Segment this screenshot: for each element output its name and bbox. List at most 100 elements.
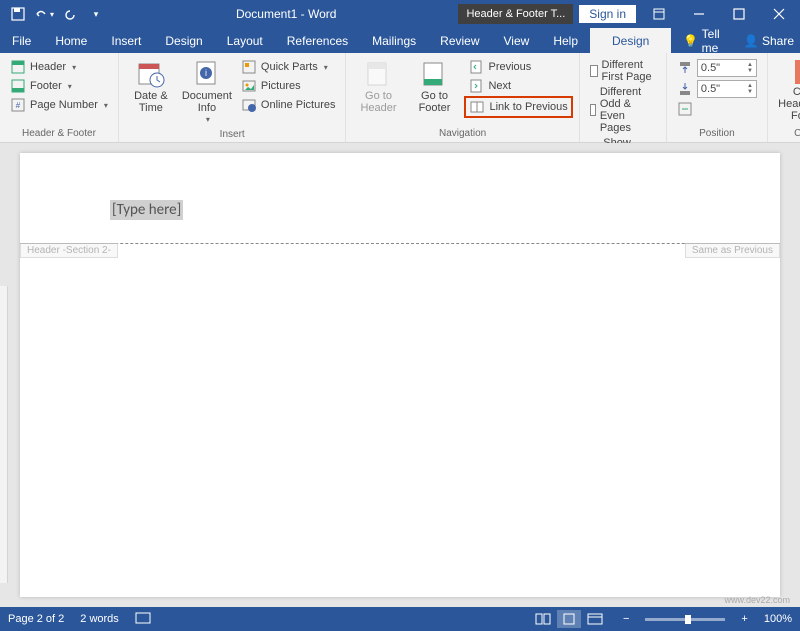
group-label: Close bbox=[794, 126, 800, 140]
tab-references[interactable]: References bbox=[275, 28, 360, 53]
minimize-icon[interactable] bbox=[682, 2, 716, 26]
close-window-icon[interactable] bbox=[762, 2, 796, 26]
context-tab-header-footer: Header & Footer T... bbox=[458, 4, 573, 24]
quick-access-toolbar: ▾ ▾ bbox=[0, 2, 114, 26]
document-area: [Type here] Header -Section 2- Same as P… bbox=[0, 143, 800, 607]
group-navigation: Go to Header Go to Footer Previous Next … bbox=[346, 53, 579, 142]
group-label: Navigation bbox=[439, 126, 486, 140]
date-time-icon bbox=[137, 60, 165, 88]
page-indicator[interactable]: Page 2 of 2 bbox=[8, 613, 64, 625]
lightbulb-icon: 💡 bbox=[683, 34, 698, 48]
zoom-slider[interactable] bbox=[645, 618, 725, 621]
checkbox-icon bbox=[590, 65, 598, 77]
quick-parts-icon bbox=[241, 59, 257, 75]
goto-header-icon bbox=[364, 60, 392, 88]
close-icon: ✕ bbox=[795, 60, 800, 84]
tab-mailings[interactable]: Mailings bbox=[360, 28, 428, 53]
title-bar: ▾ ▾ Document1 - Word Header & Footer T..… bbox=[0, 0, 800, 28]
previous-icon bbox=[468, 59, 484, 75]
pictures-button[interactable]: Pictures bbox=[237, 77, 340, 95]
redo-icon[interactable] bbox=[58, 2, 82, 26]
group-options: Different First Page Different Odd & Eve… bbox=[580, 53, 667, 142]
zoom-level[interactable]: 100% bbox=[764, 613, 792, 625]
ribbon: Header▾ Footer▾ #Page Number▾ Header & F… bbox=[0, 53, 800, 143]
group-label: Insert bbox=[220, 127, 245, 141]
previous-button[interactable]: Previous bbox=[464, 58, 572, 76]
document-info-button[interactable]: iDocument Info▾ bbox=[181, 58, 233, 127]
close-header-footer-button[interactable]: ✕Close Header and Footer bbox=[774, 58, 800, 124]
web-layout-icon[interactable] bbox=[583, 610, 607, 628]
document-body-dimmed bbox=[20, 244, 780, 597]
group-insert: Date & Time iDocument Info▾ Quick Parts▾… bbox=[119, 53, 347, 142]
undo-icon[interactable]: ▾ bbox=[32, 2, 56, 26]
tab-hf-design[interactable]: Design bbox=[590, 28, 671, 53]
print-layout-icon[interactable] bbox=[557, 610, 581, 628]
svg-text:i: i bbox=[205, 68, 207, 78]
document-title: Document1 - Word bbox=[114, 7, 458, 21]
header-position-icon bbox=[677, 60, 693, 76]
footer-position-icon bbox=[677, 81, 693, 97]
header-dropdown[interactable]: Header▾ bbox=[6, 58, 112, 76]
ribbon-display-options-icon[interactable] bbox=[642, 2, 676, 26]
sign-in-button[interactable]: Sign in bbox=[579, 5, 636, 23]
group-header-footer: Header▾ Footer▾ #Page Number▾ Header & F… bbox=[0, 53, 119, 142]
date-time-button[interactable]: Date & Time bbox=[125, 58, 177, 116]
header-edit-zone[interactable]: [Type here] bbox=[20, 153, 780, 243]
customize-qat-icon[interactable]: ▾ bbox=[84, 2, 108, 26]
tab-layout[interactable]: Layout bbox=[215, 28, 275, 53]
ribbon-tabs: File Home Insert Design Layout Reference… bbox=[0, 28, 800, 53]
read-mode-icon[interactable] bbox=[531, 610, 555, 628]
maximize-icon[interactable] bbox=[722, 2, 756, 26]
header-placeholder[interactable]: [Type here] bbox=[110, 200, 183, 220]
footer-dropdown[interactable]: Footer▾ bbox=[6, 77, 112, 95]
share-icon: 👤 bbox=[744, 34, 759, 48]
svg-text:#: # bbox=[16, 101, 21, 110]
link-to-previous-icon bbox=[469, 99, 485, 115]
link-to-previous-button[interactable]: Link to Previous bbox=[464, 96, 572, 118]
status-bar: Page 2 of 2 2 words − + 100% bbox=[0, 607, 800, 631]
tab-file[interactable]: File bbox=[0, 28, 43, 53]
page-number-dropdown[interactable]: #Page Number▾ bbox=[6, 96, 112, 114]
goto-footer-button[interactable]: Go to Footer bbox=[408, 58, 460, 116]
header-icon bbox=[10, 59, 26, 75]
tab-design[interactable]: Design bbox=[153, 28, 214, 53]
different-odd-even-checkbox[interactable]: Different Odd & Even Pages bbox=[586, 85, 660, 135]
header-from-top-input[interactable]: 0.5"▲▼ bbox=[673, 58, 761, 78]
page[interactable]: [Type here] Header -Section 2- Same as P… bbox=[20, 153, 780, 597]
tab-insert[interactable]: Insert bbox=[99, 28, 153, 53]
online-pictures-button[interactable]: Online Pictures bbox=[237, 96, 340, 114]
view-buttons bbox=[531, 610, 607, 628]
zoom-in-button[interactable]: + bbox=[741, 613, 747, 625]
goto-header-button: Go to Header bbox=[352, 58, 404, 116]
footer-icon bbox=[10, 78, 26, 94]
footer-from-bottom-input[interactable]: 0.5"▲▼ bbox=[673, 79, 761, 99]
group-label: Position bbox=[699, 126, 735, 140]
document-info-icon: i bbox=[193, 60, 221, 88]
tab-help[interactable]: Help bbox=[541, 28, 590, 53]
next-button[interactable]: Next bbox=[464, 77, 572, 95]
group-close: ✕Close Header and Footer Close bbox=[768, 53, 800, 142]
goto-footer-icon bbox=[420, 60, 448, 88]
tab-review[interactable]: Review bbox=[428, 28, 491, 53]
group-label: Header & Footer bbox=[22, 126, 96, 140]
group-position: 0.5"▲▼ 0.5"▲▼ Position bbox=[667, 53, 768, 142]
alignment-tab-icon bbox=[677, 101, 693, 117]
different-first-page-checkbox[interactable]: Different First Page bbox=[586, 58, 660, 84]
quick-parts-dropdown[interactable]: Quick Parts▾ bbox=[237, 58, 340, 76]
tab-home[interactable]: Home bbox=[43, 28, 99, 53]
tab-view[interactable]: View bbox=[492, 28, 542, 53]
page-number-icon: # bbox=[10, 97, 26, 113]
spell-check-icon[interactable] bbox=[135, 612, 151, 626]
vertical-ruler bbox=[0, 286, 8, 583]
pictures-icon bbox=[241, 78, 257, 94]
next-icon bbox=[468, 78, 484, 94]
insert-alignment-tab-button[interactable] bbox=[673, 100, 761, 118]
watermark: www.dev22.com bbox=[724, 595, 790, 605]
share-button[interactable]: 👤 Share bbox=[732, 28, 800, 53]
zoom-out-button[interactable]: − bbox=[623, 613, 629, 625]
word-count[interactable]: 2 words bbox=[80, 613, 119, 625]
tab-tell-me[interactable]: 💡 Tell me bbox=[671, 28, 731, 53]
online-pictures-icon bbox=[241, 97, 257, 113]
save-icon[interactable] bbox=[6, 2, 30, 26]
checkbox-icon bbox=[590, 104, 596, 116]
